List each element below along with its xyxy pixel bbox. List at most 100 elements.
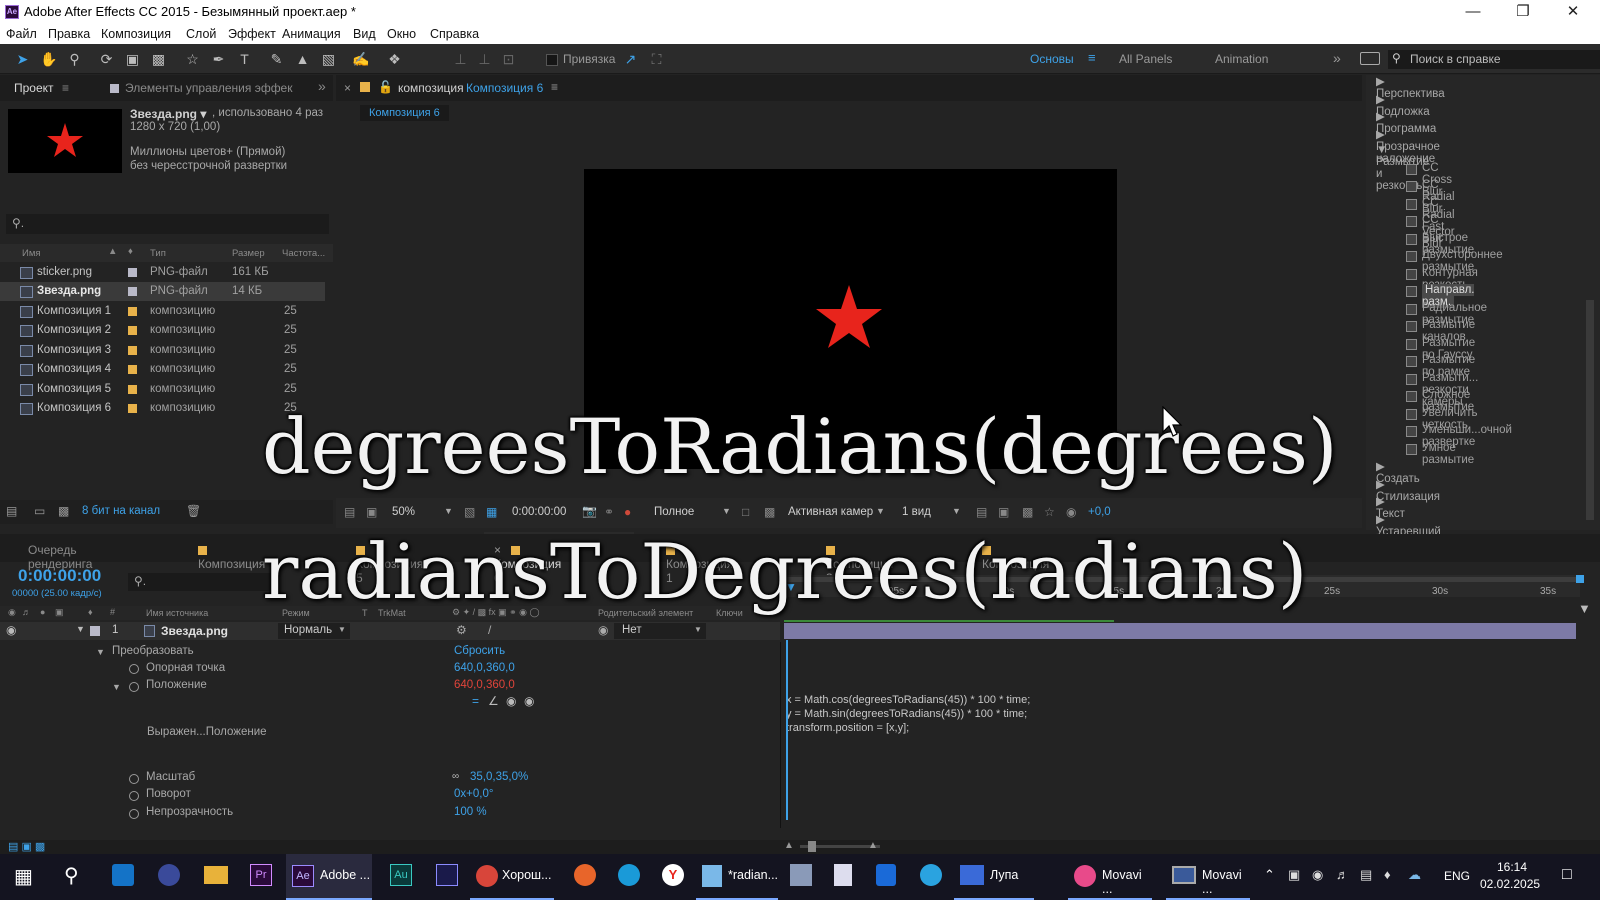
tab-project[interactable]: Проект (14, 81, 54, 95)
label-color[interactable] (128, 385, 137, 394)
defender-icon[interactable] (876, 864, 896, 886)
label-color[interactable] (128, 326, 137, 335)
col-size[interactable]: Размер (232, 248, 265, 259)
workspace-menu-icon[interactable]: ≡ (1088, 50, 1096, 65)
views-dropdown[interactable]: 1 вид (902, 506, 931, 518)
expression-pickwhip-icon[interactable]: ◉ (506, 694, 516, 708)
expression-editor[interactable]: x = Math.cos(degreesToRadians(45)) * 100… (784, 688, 1576, 758)
new-composition-icon[interactable]: ▩ (58, 504, 69, 518)
yandex-icon[interactable]: Y (662, 864, 684, 886)
opacity-value[interactable]: 100 % (454, 806, 487, 818)
sort-asc-icon[interactable]: ▲ (108, 246, 117, 257)
collapse-arrow-icon[interactable]: ▼ (112, 682, 121, 692)
menu-animation[interactable]: Анимация (282, 27, 341, 41)
media-encoder-icon[interactable] (436, 864, 458, 886)
network-icon[interactable]: ▤ (1360, 867, 1372, 883)
parent-dropdown[interactable]: Нет ▼ (614, 623, 706, 639)
label-color[interactable] (128, 346, 137, 355)
timeline-icon[interactable]: ▩ (1022, 505, 1033, 519)
clock-date[interactable]: 02.02.2025 (1480, 877, 1540, 891)
document-icon[interactable] (834, 864, 852, 886)
label-color[interactable] (128, 365, 137, 374)
roto-brush-tool-icon[interactable]: ✍ (352, 51, 369, 68)
eraser-tool-icon[interactable]: ▧ (320, 51, 337, 68)
lock-column-icon[interactable]: ▣ (55, 607, 64, 618)
menu-window[interactable]: Окно (387, 27, 416, 41)
effect-item[interactable]: Умное размытие (1406, 442, 1474, 466)
quality-switch-icon[interactable]: / (488, 623, 491, 637)
workspace-all-panels[interactable]: All Panels (1119, 52, 1172, 66)
browser-icon[interactable] (158, 864, 180, 886)
menu-composition[interactable]: Композиция (101, 27, 171, 41)
monitor-icon[interactable]: ▣ (366, 505, 377, 519)
minimize-icon[interactable]: — (1450, 2, 1496, 22)
stopwatch-icon[interactable] (129, 809, 139, 819)
puppet-pin-tool-icon[interactable]: ❖ (386, 51, 403, 68)
language-indicator[interactable]: ENG (1444, 869, 1470, 883)
firefox-icon[interactable] (574, 864, 596, 886)
viewer-time[interactable]: 0:00:00:00 (512, 506, 566, 518)
restore-icon[interactable]: ❐ (1500, 2, 1546, 22)
project-item[interactable]: Композиция 4 композицию 25 (0, 360, 325, 379)
collapse-arrow-icon[interactable]: ▼ (76, 624, 85, 634)
stopwatch-icon[interactable] (129, 682, 139, 692)
rotate-tool-icon[interactable]: ⟳ (98, 51, 115, 68)
camera-dropdown[interactable]: Активная камер (788, 506, 873, 518)
close-tab-icon[interactable]: × (344, 81, 351, 95)
channel-icon[interactable]: ● (624, 505, 631, 519)
col-name[interactable]: Имя (22, 248, 41, 259)
toggle-switches-icon[interactable]: ▤ ▣ ▩ (8, 840, 45, 853)
eye-icon[interactable]: ◉ (6, 623, 16, 637)
effects-scrollbar-thumb[interactable] (1586, 300, 1594, 520)
taskbar-app-movavi-1[interactable]: Movavi ... (1068, 854, 1152, 900)
search-icon[interactable]: ⚲ (64, 863, 79, 888)
scale-value[interactable]: 35,0,35,0% (470, 771, 528, 783)
stopwatch-icon[interactable] (129, 791, 139, 801)
comp-marker-icon[interactable]: ▼ (1578, 601, 1596, 619)
project-search-input[interactable]: ⚲. (6, 214, 329, 234)
flowchart-icon[interactable]: ☆ (1044, 505, 1055, 519)
menu-effect[interactable]: Эффект (228, 27, 276, 41)
tab-effect-controls[interactable]: Элементы управления эффек (110, 81, 292, 95)
chevron-up-icon[interactable]: ⌃ (1264, 867, 1275, 883)
taskbar-app-aftereffects[interactable]: Ae Adobe ... (286, 854, 372, 900)
layer-label-color[interactable] (90, 626, 100, 636)
anchor-point-value[interactable]: 640,0,360,0 (454, 662, 515, 674)
telegram-icon[interactable] (920, 864, 942, 886)
bit-depth-button[interactable]: 8 бит на канал (82, 505, 160, 517)
workspace-animation[interactable]: Animation (1215, 52, 1268, 66)
text-tool-icon[interactable]: T (236, 51, 253, 68)
windows-start-icon[interactable]: ▦ (14, 864, 33, 889)
snap-icon[interactable]: ↗ (622, 51, 639, 68)
snap-checkbox[interactable] (546, 54, 558, 66)
fast-preview-icon[interactable]: ▣ (998, 505, 1009, 519)
audition-icon[interactable]: Au (390, 864, 412, 886)
project-item[interactable]: Композиция 3 композицию 25 (0, 341, 325, 360)
taskbar-app-notepad[interactable]: *radian... (696, 854, 778, 900)
region-of-interest-icon[interactable]: □ (742, 505, 749, 519)
pan-behind-tool-icon[interactable]: ▩ (150, 51, 167, 68)
lock-icon[interactable]: 🔓 (378, 80, 393, 94)
blend-mode-dropdown[interactable]: Нормаль ▼ (278, 623, 350, 639)
notifications-icon[interactable]: □ (1562, 866, 1572, 884)
work-area-end-icon[interactable] (1576, 575, 1584, 583)
timeline-search-input[interactable]: ⚲. (128, 573, 278, 591)
pick-whip-icon[interactable]: ◉ (598, 623, 608, 637)
fit-icon[interactable]: ▧ (464, 505, 475, 519)
sync-settings-icon[interactable] (1360, 52, 1380, 65)
stopwatch-icon[interactable] (129, 774, 139, 784)
menu-view[interactable]: Вид (353, 27, 376, 41)
menu-help[interactable]: Справка (430, 27, 479, 41)
file-explorer-icon[interactable] (204, 866, 228, 884)
transform-group[interactable]: Преобразовать (112, 645, 194, 657)
axis-icon[interactable]: ⊥ (452, 51, 469, 68)
taskbar-app-chrome[interactable]: Хорош... (470, 854, 554, 900)
tray-app-icon[interactable]: ▣ (1288, 867, 1300, 883)
show-snapshot-icon[interactable]: ⚭ (604, 505, 614, 519)
layer-name[interactable]: Звезда.png (161, 624, 228, 638)
shape-tool-icon[interactable]: ☆ (184, 51, 201, 68)
constrain-proportions-icon[interactable]: ∞ (452, 771, 459, 782)
edge-icon[interactable] (618, 864, 640, 886)
project-item[interactable]: Композиция 2 композицию 25 (0, 321, 325, 340)
new-folder-icon[interactable]: ▭ (34, 504, 45, 518)
